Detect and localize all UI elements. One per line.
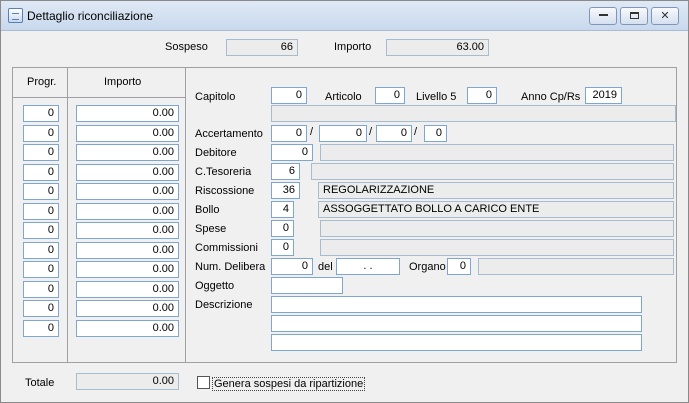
bollo-field[interactable]: 4 [271, 201, 294, 218]
grid-progr-field[interactable]: 0 [23, 124, 59, 142]
anno-field[interactable]: 2019 [585, 87, 622, 104]
grid-progr-field[interactable]: 0 [23, 280, 59, 298]
accertamento-label: Accertamento [195, 128, 263, 140]
close-icon: ✕ [660, 10, 670, 22]
sospeso-field: 66 [226, 39, 298, 56]
grid-importo-field[interactable]: 0.00 [76, 300, 179, 317]
tesoreria-label: C.Tesoreria [195, 166, 252, 178]
bollo-description-field: ASSOGGETTATO BOLLO A CARICO ENTE [318, 201, 674, 218]
grid-progr-field[interactable]: 0 [23, 319, 59, 337]
commissioni-description-field [320, 239, 674, 256]
genera-sospesi-label[interactable]: Genera sospesi da ripartizione [212, 377, 366, 391]
grid-progr-field[interactable]: 0 [23, 183, 59, 200]
oggetto-label: Oggetto [195, 280, 235, 292]
accertamento-field-2[interactable]: 0 [319, 125, 367, 142]
grid-header-progr: Progr. [27, 76, 57, 88]
debitore-label: Debitore [195, 147, 237, 159]
commissioni-label: Commissioni [195, 242, 258, 254]
accertamento-field-3[interactable]: 0 [376, 125, 412, 142]
accertamento-separator-1: / [310, 126, 314, 138]
grid-progr-field[interactable]: 0 [23, 105, 59, 122]
delibera-label: Num. Delibera [195, 261, 266, 273]
panel-divider [185, 67, 186, 363]
organo-description-field [478, 258, 674, 275]
grid-progr-field[interactable]: 0 [23, 261, 59, 278]
importo-label: Importo [334, 41, 372, 53]
grid-header-importo: Importo [104, 76, 142, 88]
accertamento-separator-2: / [369, 126, 373, 138]
grid-importo-field[interactable]: 0.00 [76, 144, 179, 161]
debitore-field[interactable]: 0 [271, 144, 313, 161]
maximize-button[interactable] [620, 7, 648, 25]
grid-progr-field[interactable]: 0 [23, 300, 59, 317]
genera-sospesi-checkbox[interactable] [197, 376, 210, 389]
descrizione-line-3[interactable] [271, 334, 642, 351]
delibera-field[interactable]: 0 [271, 258, 313, 275]
anno-label: Anno Cp/Rs [521, 91, 581, 103]
spese-field[interactable]: 0 [271, 220, 294, 237]
del-date-field[interactable]: . . [336, 258, 400, 275]
grid-importo-field[interactable]: 0.00 [76, 241, 179, 259]
grid-progr-field[interactable]: 0 [23, 222, 59, 239]
accertamento-field-4[interactable]: 0 [424, 125, 447, 142]
grid-importo-field[interactable]: 0.00 [76, 124, 179, 142]
close-button[interactable]: ✕ [651, 7, 679, 25]
descrizione-line-1[interactable] [271, 296, 642, 313]
riscossione-field[interactable]: 36 [271, 182, 300, 199]
grid-progr-field[interactable]: 0 [23, 202, 59, 220]
organo-field[interactable]: 0 [447, 258, 471, 275]
livello5-field[interactable]: 0 [467, 87, 497, 104]
title-bar[interactable]: Dettaglio riconciliazione ✕ [1, 1, 688, 31]
spese-description-field [320, 220, 674, 237]
grid-importo-field[interactable]: 0.00 [76, 183, 179, 200]
articolo-field[interactable]: 0 [375, 87, 405, 104]
capitolo-description-field [271, 105, 676, 122]
grid-progr-field[interactable]: 0 [23, 241, 59, 259]
tesoreria-description-field [311, 163, 674, 180]
minimize-button[interactable] [589, 7, 617, 25]
organo-label: Organo [409, 261, 446, 273]
sospeso-label: Sospeso [165, 41, 208, 53]
totale-field: 0.00 [76, 373, 179, 390]
minimize-icon [598, 14, 608, 17]
descrizione-line-2[interactable] [271, 315, 642, 332]
oggetto-field[interactable] [271, 277, 343, 294]
dettaglio-riconciliazione-window: Dettaglio riconciliazione ✕ Sospeso 66 I… [0, 0, 689, 403]
capitolo-field[interactable]: 0 [271, 87, 307, 104]
livello5-label: Livello 5 [416, 91, 457, 103]
totale-label: Totale [25, 377, 55, 389]
grid-importo-field[interactable]: 0.00 [76, 222, 179, 239]
accertamento-separator-3: / [414, 126, 418, 138]
grid-importo-field[interactable]: 0.00 [76, 202, 179, 220]
commissioni-field[interactable]: 0 [271, 239, 294, 256]
window-app-icon [8, 8, 23, 23]
grid-header-divider [12, 97, 186, 98]
grid-importo-field[interactable]: 0.00 [76, 319, 179, 337]
maximize-icon [629, 11, 639, 19]
riscossione-description-field: REGOLARIZZAZIONE [318, 182, 674, 199]
riscossione-label: Riscossione [195, 185, 255, 197]
grid-progr-field[interactable]: 0 [23, 163, 59, 181]
descrizione-label: Descrizione [195, 299, 253, 311]
accertamento-field-1[interactable]: 0 [271, 125, 307, 142]
capitolo-label: Capitolo [195, 91, 236, 103]
grid-importo-field[interactable]: 0.00 [76, 163, 179, 181]
window-title: Dettaglio riconciliazione [27, 9, 154, 23]
spese-label: Spese [195, 223, 227, 235]
grid-importo-field[interactable]: 0.00 [76, 105, 179, 122]
del-label: del [318, 261, 333, 273]
articolo-label: Articolo [325, 91, 362, 103]
debitore-description-field [320, 144, 674, 161]
importo-field: 63.00 [386, 39, 489, 56]
tesoreria-field[interactable]: 6 [271, 163, 300, 180]
grid-importo-field[interactable]: 0.00 [76, 280, 179, 298]
grid-progr-field[interactable]: 0 [23, 144, 59, 161]
column-divider [67, 67, 68, 363]
grid-importo-field[interactable]: 0.00 [76, 261, 179, 278]
bollo-label: Bollo [195, 204, 220, 216]
